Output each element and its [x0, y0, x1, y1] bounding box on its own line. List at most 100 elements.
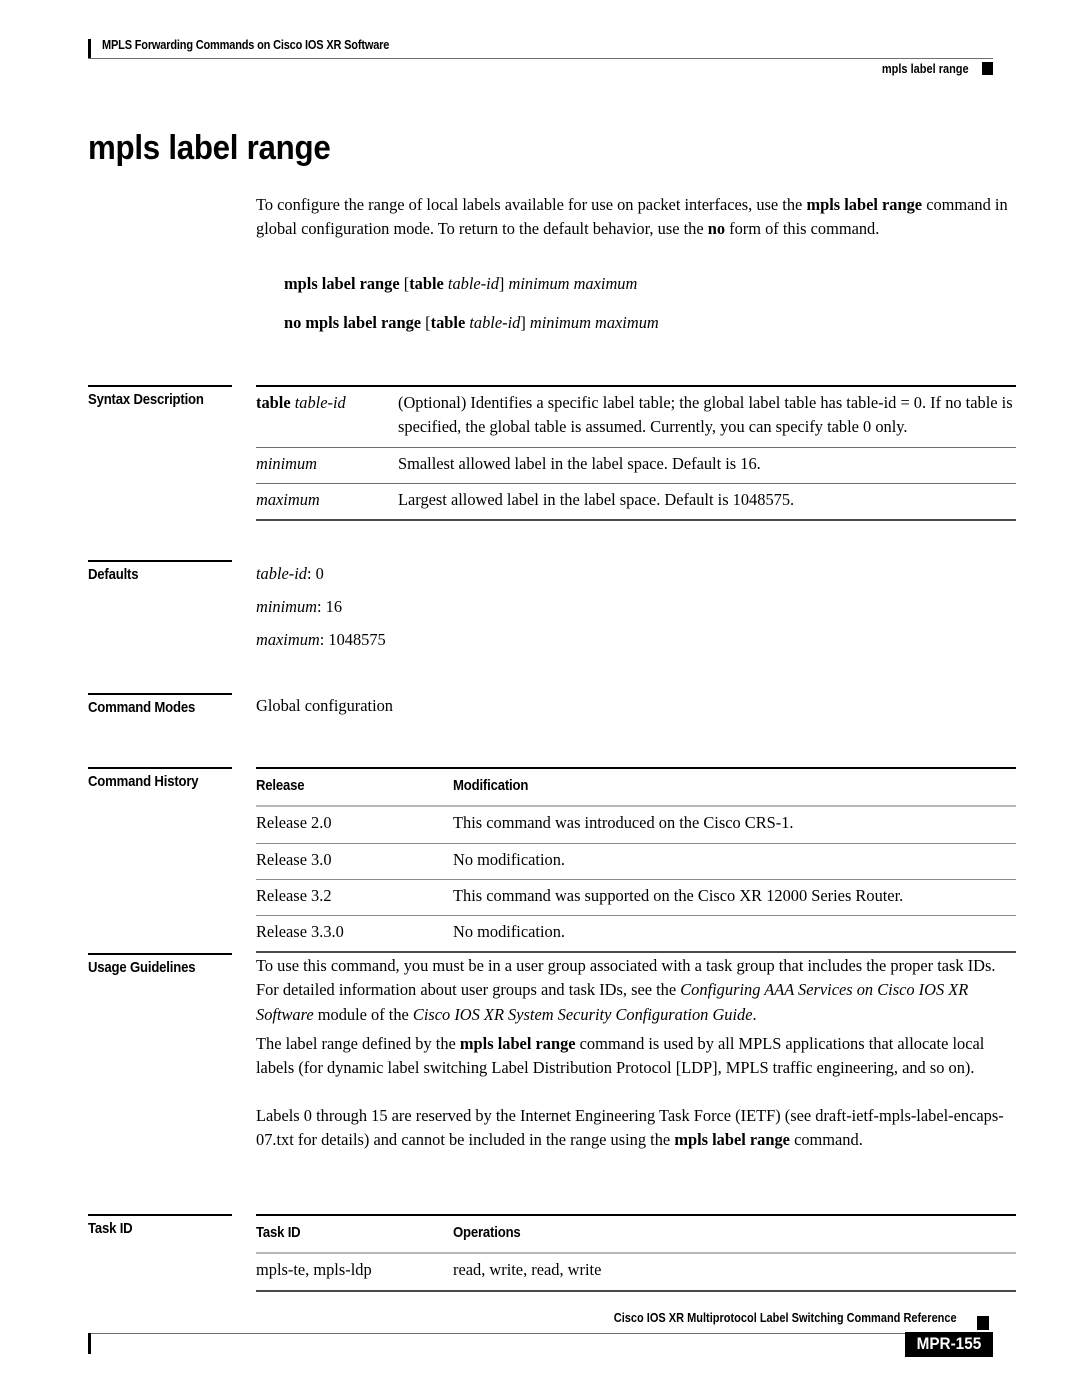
syntax-line-positive: mpls label range [table table-id] minimu…	[284, 274, 637, 294]
defaults-line-maximum: maximum: 1048575	[256, 623, 386, 656]
ug3-text-b: command.	[789, 1130, 863, 1150]
section-label-task-id: Task ID	[88, 1214, 232, 1237]
syntax1-args-minmax: minimum maximum	[504, 274, 638, 293]
ug1-text-c: .	[752, 1004, 757, 1024]
syntax-desc-term-maximum: maximum	[256, 483, 398, 522]
intro-text-a: To configure the range of local labels a…	[256, 195, 807, 214]
col-label-modification: Modification	[453, 778, 529, 794]
col-label-operations: Operations	[453, 1225, 521, 1241]
table-row: maximum Largest allowed label in the lab…	[256, 483, 1016, 522]
header-marker-square	[982, 62, 993, 75]
header-command-name: mpls label range	[882, 62, 969, 76]
command-modes-value-block: Global configuration	[256, 694, 1018, 718]
footer-change-bar	[88, 1333, 91, 1354]
syntax-line-negative: no mpls label range [table table-id] min…	[284, 313, 659, 333]
section-label-command-modes: Command Modes	[88, 693, 232, 716]
ug1-text-b: module of the	[313, 1004, 413, 1024]
task-id-col-operations: Operations	[453, 1213, 1016, 1255]
modification-cell: No modification.	[453, 915, 1016, 954]
page-header: MPLS Forwarding Commands on Cisco IOS XR…	[88, 36, 993, 82]
usage-guidelines-paragraph-3: Labels 0 through 15 are reserved by the …	[256, 1104, 1018, 1153]
defaults-term-maximum: maximum	[256, 630, 320, 649]
defaults-value-maximum: : 1048575	[319, 630, 386, 649]
release-cell: Release 3.2	[256, 879, 453, 917]
section-label-usage-guidelines: Usage Guidelines	[88, 953, 232, 976]
col-label-task-id: Task ID	[256, 1225, 301, 1241]
intro-bold-command: mpls label range	[806, 195, 923, 214]
syntax-desc-text-minimum: Smallest allowed label in the label spac…	[398, 447, 1016, 484]
operations-cell: read, write, read, write	[453, 1253, 1016, 1292]
usage-guidelines-p2-block: The label range defined by the mpls labe…	[256, 1032, 1018, 1081]
term-bold-table: table	[256, 393, 291, 412]
task-id-table: Task ID Operations mpls-te, mpls-ldp rea…	[256, 1213, 1016, 1292]
syntax1-keyword-table: table	[409, 274, 444, 293]
header-chapter-title: MPLS Forwarding Commands on Cisco IOS XR…	[102, 38, 390, 52]
syntax-desc-text-table: (Optional) Identifies a specific label t…	[398, 384, 1016, 448]
syntax2-args-minmax: minimum maximum	[525, 313, 659, 332]
table-row: minimum Smallest allowed label in the la…	[256, 447, 1016, 484]
defaults-line-tableid: table-id: 0	[256, 557, 386, 590]
table-row: table table-id (Optional) Identifies a s…	[256, 384, 1016, 448]
col-label-release: Release	[256, 778, 305, 794]
intro-paragraph: To configure the range of local labels a…	[256, 193, 1016, 242]
syntax2-arg-tableid: table-id	[465, 313, 521, 332]
defaults-value-minimum: : 16	[317, 597, 343, 616]
ug1-italic-security-guide: Cisco IOS XR System Security Configurati…	[412, 1004, 753, 1024]
footer-rule	[88, 1333, 977, 1334]
syntax1-bracket-open: [	[399, 274, 410, 293]
page-footer: Cisco IOS XR Multiprotocol Label Switchi…	[88, 1307, 993, 1377]
usage-guidelines-p1-block: To use this command, you must be in a us…	[256, 954, 1018, 1027]
usage-guidelines-paragraph-2: The label range defined by the mpls labe…	[256, 1032, 1018, 1081]
table-row: Release 3.0 No modification.	[256, 843, 1016, 880]
header-rule	[88, 58, 993, 59]
footer-book-title: Cisco IOS XR Multiprotocol Label Switchi…	[614, 1311, 957, 1325]
command-modes-value: Global configuration	[256, 696, 394, 715]
term-italic-tableid: table-id	[290, 393, 346, 412]
task-id-col-taskid: Task ID	[256, 1213, 453, 1255]
release-cell: Release 2.0	[256, 806, 453, 844]
term-italic-maximum: maximum	[256, 489, 320, 509]
table-header-row: Task ID Operations	[256, 1213, 1016, 1255]
task-id-cell: mpls-te, mpls-ldp	[256, 1253, 453, 1292]
modification-cell: This command was supported on the Cisco …	[453, 879, 1016, 917]
ug3-text-a: Labels 0 through 15 are reserved by the …	[256, 1106, 1004, 1150]
defaults-list: table-id: 0 minimum: 16 maximum: 1048575	[256, 557, 386, 656]
command-history-table: Release Modification Release 2.0 This co…	[256, 766, 1016, 954]
page-number-badge: MPR-155	[905, 1332, 993, 1357]
ug3-bold-command: mpls label range	[674, 1130, 790, 1150]
modification-cell: No modification.	[453, 843, 1016, 880]
table-row: Release 3.2 This command was supported o…	[256, 879, 1016, 917]
defaults-term-tableid: table-id	[256, 564, 307, 583]
command-intro: To configure the range of local labels a…	[256, 193, 1016, 242]
defaults-value-tableid: : 0	[306, 564, 324, 583]
table-header-row: Release Modification	[256, 766, 1016, 808]
usage-guidelines-p3-block: Labels 0 through 15 are reserved by the …	[256, 1104, 1018, 1153]
defaults-term-minimum: minimum	[256, 597, 318, 616]
section-label-command-history: Command History	[88, 767, 232, 790]
intro-text-c: form of this command.	[725, 219, 880, 239]
page-number-text: MPR-155	[916, 1334, 982, 1353]
intro-bold-no: no	[707, 219, 726, 239]
header-change-bar	[88, 39, 91, 59]
ug2-bold-command: mpls label range	[459, 1034, 576, 1053]
syntax-description-table: table table-id (Optional) Identifies a s…	[256, 384, 1016, 522]
table-row: Release 3.3.0 No modification.	[256, 915, 1016, 954]
syntax2-command: no mpls label range	[284, 313, 422, 332]
term-italic-minimum: minimum	[256, 453, 318, 473]
defaults-line-minimum: minimum: 16	[256, 590, 386, 623]
table-row: Release 2.0 This command was introduced …	[256, 806, 1016, 844]
section-label-syntax-description: Syntax Description	[88, 385, 232, 408]
release-cell: Release 3.3.0	[256, 915, 453, 954]
modification-cell: This command was introduced on the Cisco…	[453, 806, 1016, 844]
table-row: mpls-te, mpls-ldp read, write, read, wri…	[256, 1253, 1016, 1292]
command-history-col-release: Release	[256, 766, 453, 808]
document-page: MPLS Forwarding Commands on Cisco IOS XR…	[0, 0, 1080, 1397]
syntax2-keyword-table: table	[430, 313, 466, 332]
footer-marker-square	[977, 1316, 989, 1330]
syntax1-arg-tableid: table-id	[443, 274, 499, 293]
syntax1-command: mpls label range	[284, 274, 400, 293]
usage-guidelines-paragraph-1: To use this command, you must be in a us…	[256, 954, 1018, 1027]
release-cell: Release 3.0	[256, 843, 453, 880]
syntax-desc-text-maximum: Largest allowed label in the label space…	[398, 483, 1016, 522]
ug2-text-a: The label range defined by the	[256, 1034, 460, 1053]
